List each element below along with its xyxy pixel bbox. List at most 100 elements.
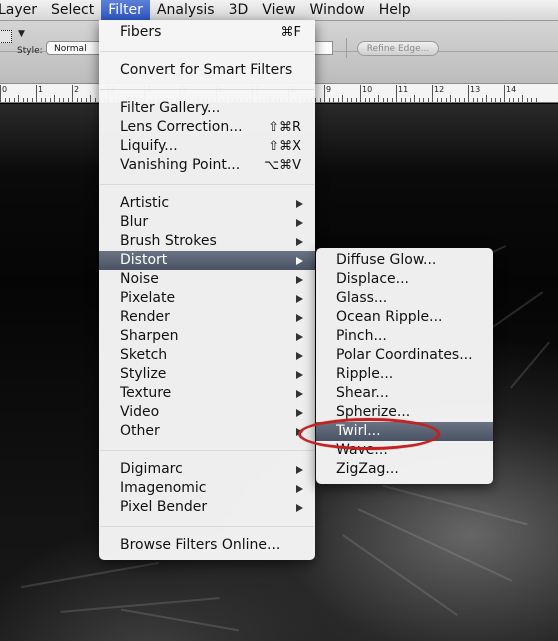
ruler-tick-minor: [18, 95, 19, 102]
submenu-arrow-icon: [296, 485, 303, 493]
submenu-item-shear[interactable]: Shear...: [316, 384, 493, 403]
ruler-tick-minor: [342, 95, 343, 102]
submenu-item-zigzag[interactable]: ZigZag...: [316, 460, 493, 479]
ruler-tick-minor: [63, 98, 64, 102]
ruler-tick-minor: [495, 98, 496, 102]
menu-item-label: Pixelate: [120, 290, 176, 306]
submenu-arrow-icon: [296, 390, 303, 398]
shortcut-label: ⇧⌘R: [268, 120, 301, 135]
menu-item-convert-smart-filters[interactable]: Convert for Smart Filters: [99, 61, 315, 80]
ruler-tick-minor: [364, 98, 366, 102]
menu-item-vanishing-point[interactable]: Vanishing Point... ⌥⌘V: [99, 156, 315, 175]
menu-layer[interactable]: Layer: [0, 0, 44, 20]
menu-separator: [100, 89, 314, 90]
ruler-tick-minor: [328, 98, 330, 102]
submenu-arrow-icon: [296, 219, 303, 227]
submenu-item-glass[interactable]: Glass...: [316, 289, 493, 308]
ruler-tick-major: [504, 85, 505, 102]
menu-item-lens-correction[interactable]: Lens Correction... ⇧⌘R: [99, 118, 315, 137]
chevron-down-icon[interactable]: ▼: [18, 29, 25, 39]
ruler-tick-minor: [387, 98, 388, 102]
ruler-tick-minor: [346, 98, 348, 102]
menu-item-artistic[interactable]: Artistic: [99, 194, 315, 213]
menu-item-distort[interactable]: Distort: [99, 251, 315, 270]
menu-item-filter-gallery[interactable]: Filter Gallery...: [99, 99, 315, 118]
menu-item-stylize[interactable]: Stylize: [99, 365, 315, 384]
menu-filter[interactable]: Filter: [101, 0, 150, 20]
ruler-tick-minor: [531, 98, 532, 102]
ruler-tick-minor: [4, 98, 6, 102]
menu-item-label: Blur: [120, 214, 149, 230]
submenu-item-ocean-ripple[interactable]: Ocean Ripple...: [316, 308, 493, 327]
ruler-tick-major: [468, 85, 469, 102]
menu-item-blur[interactable]: Blur: [99, 213, 315, 232]
ruler-tick-minor: [522, 95, 523, 102]
style-select[interactable]: Normal: [46, 41, 104, 55]
menu-item-pixel-bender[interactable]: Pixel Bender: [99, 498, 315, 517]
menu-item-label: Distort: [120, 252, 168, 268]
menu-item-pixelate[interactable]: Pixelate: [99, 289, 315, 308]
submenu-arrow-icon: [296, 409, 303, 417]
menu-item-label: Lens Correction...: [120, 119, 243, 135]
menu-item-label: Brush Strokes: [120, 233, 217, 249]
menu-item-other[interactable]: Other: [99, 422, 315, 441]
ruler-tick-minor: [535, 98, 537, 102]
ruler-tick-minor: [22, 98, 24, 102]
height-field[interactable]: [314, 41, 333, 55]
ruler-label: 13: [470, 85, 481, 94]
menu-item-label: Browse Filters Online...: [120, 537, 281, 553]
menu-3d[interactable]: 3D: [222, 0, 256, 20]
ruler-tick-minor: [490, 98, 492, 102]
ruler-tick-minor: [526, 98, 528, 102]
menu-item-label: Render: [120, 309, 170, 325]
menu-item-fibers[interactable]: Fibers ⌘F: [99, 23, 315, 42]
menu-item-texture[interactable]: Texture: [99, 384, 315, 403]
submenu-arrow-icon: [296, 371, 303, 379]
ruler-tick-minor: [373, 98, 375, 102]
filter-menu: Fibers ⌘F Convert for Smart Filters Filt…: [99, 20, 315, 560]
menu-view[interactable]: View: [255, 0, 302, 20]
submenu-item-ripple[interactable]: Ripple...: [316, 365, 493, 384]
ruler-tick-minor: [45, 98, 46, 102]
ruler-tick-major: [36, 85, 37, 102]
menu-window[interactable]: Window: [303, 0, 372, 20]
menu-item-browse-filters-online[interactable]: Browse Filters Online...: [99, 536, 315, 555]
ruler-tick-minor: [85, 98, 87, 102]
menu-help[interactable]: Help: [372, 0, 418, 20]
ruler-tick-minor: [436, 98, 438, 102]
ruler-label: 10: [362, 85, 373, 94]
menu-item-imagenomic[interactable]: Imagenomic: [99, 479, 315, 498]
menu-item-label: Imagenomic: [120, 480, 207, 496]
menu-item-label: Convert for Smart Filters: [120, 62, 293, 78]
ruler-tick-major: [0, 85, 1, 102]
submenu-item-polar-coordinates[interactable]: Polar Coordinates...: [316, 346, 493, 365]
ruler-label: 14: [506, 85, 517, 94]
submenu-item-pinch[interactable]: Pinch...: [316, 327, 493, 346]
refine-edge-button[interactable]: Refine Edge...: [357, 41, 439, 56]
ruler-tick-minor: [459, 98, 460, 102]
ruler-tick-minor: [517, 98, 519, 102]
menu-item-render[interactable]: Render: [99, 308, 315, 327]
ruler-tick-minor: [499, 98, 501, 102]
ruler-label: 2: [74, 85, 80, 94]
submenu-arrow-icon: [296, 200, 303, 208]
submenu-item-diffuse-glow[interactable]: Diffuse Glow...: [316, 251, 493, 270]
menu-item-digimarc[interactable]: Digimarc: [99, 460, 315, 479]
submenu-arrow-icon: [296, 504, 303, 512]
menu-item-noise[interactable]: Noise: [99, 270, 315, 289]
menu-item-video[interactable]: Video: [99, 403, 315, 422]
menu-separator: [100, 450, 314, 451]
menu-item-liquify[interactable]: Liquify... ⇧⌘X: [99, 137, 315, 156]
menu-item-sharpen[interactable]: Sharpen: [99, 327, 315, 346]
menu-select[interactable]: Select: [44, 0, 101, 20]
menu-item-sketch[interactable]: Sketch: [99, 346, 315, 365]
submenu-arrow-icon: [296, 333, 303, 341]
ruler-tick-minor: [27, 98, 28, 102]
ruler-tick-minor: [90, 95, 91, 102]
menu-analysis[interactable]: Analysis: [150, 0, 222, 20]
submenu-arrow-icon: [296, 466, 303, 474]
submenu-item-displace[interactable]: Displace...: [316, 270, 493, 289]
menu-item-brush-strokes[interactable]: Brush Strokes: [99, 232, 315, 251]
marquee-tool-icon[interactable]: [0, 30, 12, 43]
ruler-tick-minor: [477, 98, 478, 102]
